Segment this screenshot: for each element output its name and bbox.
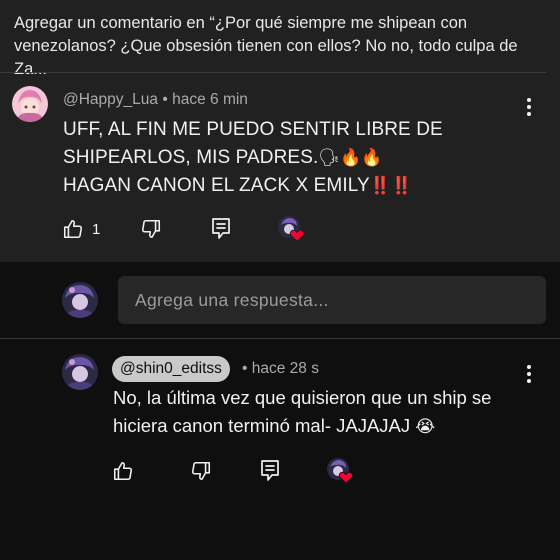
thumb-down-icon [140, 218, 162, 240]
reply-like-button[interactable] [112, 460, 134, 482]
reply-author: @shin0_editss [120, 360, 222, 377]
thumb-down-icon [190, 460, 212, 482]
comment-line-3-emojis: ‼️‼️ [369, 176, 413, 196]
more-options-button[interactable] [519, 95, 539, 117]
avatar[interactable] [12, 86, 48, 122]
meta-separator: • [162, 91, 168, 108]
reply-creator-heart [326, 457, 354, 485]
thumb-up-icon [62, 218, 84, 240]
comment-time: hace 6 min [172, 91, 248, 108]
reply-line-1: No, la última vez que quisieron que un s… [113, 387, 492, 408]
like-button[interactable]: 1 [62, 218, 100, 240]
comment-line-2-emojis: 🗣🔥🔥 [318, 148, 383, 168]
comment-line-2-text: SHIPEARLOS, MIS PADRES. [63, 147, 319, 168]
reply-meta: • hace 28 s [242, 360, 319, 378]
creator-heart-icon [327, 458, 354, 484]
comment-line-3-text: HAGAN CANON EL ZACK X EMILY [63, 175, 370, 196]
reply-dislike-button[interactable] [190, 460, 212, 482]
creator-heart [277, 215, 305, 243]
reply-time: hace 28 s [251, 360, 319, 377]
dislike-button[interactable] [140, 218, 162, 240]
current-user-avatar [62, 282, 98, 318]
comment-line-3: HAGAN CANON EL ZACK X EMILY‼️‼️ [63, 172, 493, 200]
comment-author[interactable]: @Happy_Lua [63, 91, 158, 108]
reply-body: No, la última vez que quisieron que un s… [113, 384, 513, 441]
header-divider [0, 72, 546, 73]
reply-line-2-emoji: 😭 [415, 417, 436, 437]
more-vert-icon [519, 98, 539, 116]
reply-line-2-text: hiciera canon terminó mal- JAJAJAJ [113, 415, 411, 436]
reply-avatar[interactable] [62, 354, 98, 390]
comment-header-title: Agregar un comentario en “¿Por qué siemp… [14, 14, 518, 78]
creator-heart-icon [278, 216, 305, 242]
reply-comment-icon [259, 459, 281, 483]
comment-body: UFF, AL FIN ME PUEDO SENTIR LIBRE DE SHI… [63, 116, 493, 200]
reply-reply-button[interactable] [259, 459, 281, 483]
section-divider [0, 338, 560, 339]
reply-button[interactable] [210, 217, 232, 241]
reply-input-placeholder: Agrega una respuesta... [135, 290, 329, 310]
more-vert-icon [519, 365, 539, 383]
comment-meta: @Happy_Lua • hace 6 min [63, 91, 248, 109]
comment-line-1: UFF, AL FIN ME PUEDO SENTIR LIBRE DE [63, 119, 443, 140]
reply-more-options-button[interactable] [519, 362, 539, 384]
thumb-up-icon [112, 460, 134, 482]
comment-line-2: SHIPEARLOS, MIS PADRES.🗣🔥🔥 [63, 144, 493, 172]
meta-separator: • [242, 360, 248, 377]
like-count: 1 [92, 220, 101, 238]
reply-author-badge[interactable]: @shin0_editss [112, 356, 230, 382]
reply-comment-icon [210, 217, 232, 241]
reply-line-2: hiciera canon terminó mal- JAJAJAJ 😭 [113, 412, 513, 441]
